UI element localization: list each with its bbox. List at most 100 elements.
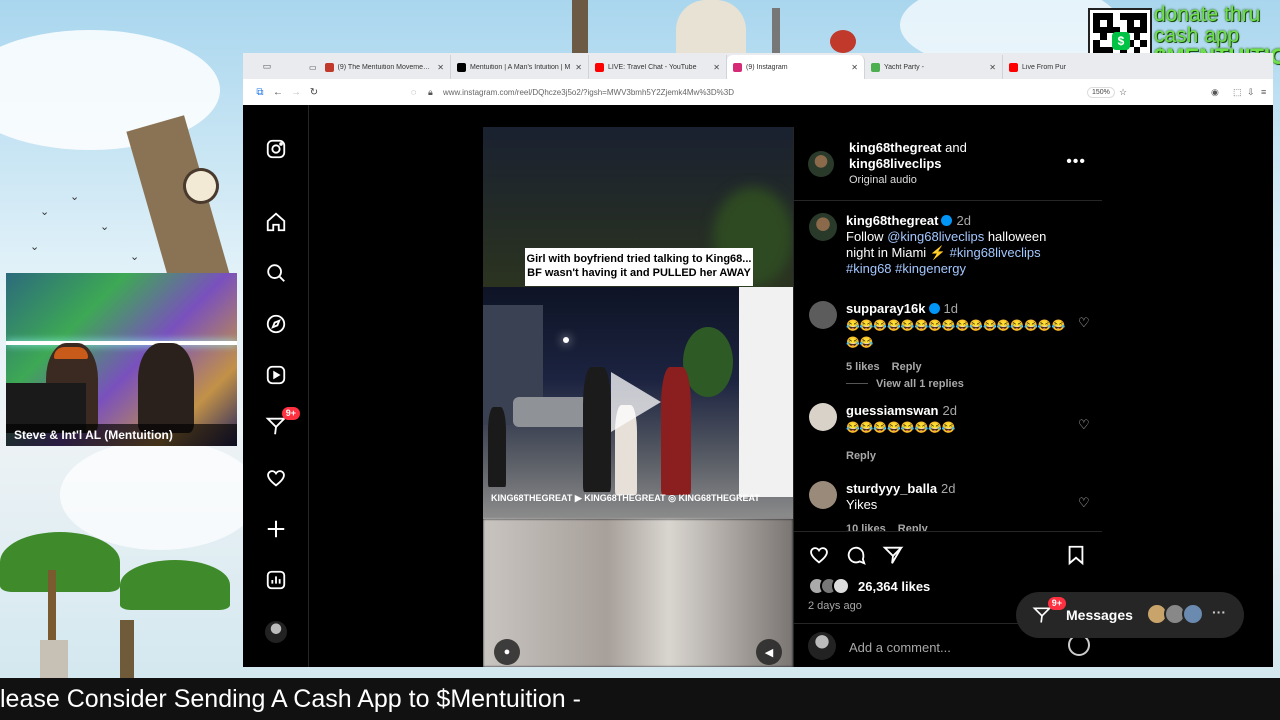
streetlight [563, 337, 569, 343]
person-silhouette [583, 367, 611, 492]
like-comment-heart-icon[interactable]: ♡ [1078, 417, 1094, 433]
tab-favicon [733, 62, 742, 72]
commenter-name[interactable]: king68thegreat [846, 213, 938, 228]
search-icon[interactable] [264, 261, 288, 285]
messages-button[interactable]: 9+ Messages ··· [1016, 592, 1244, 638]
share-icon[interactable] [882, 544, 904, 566]
hat [54, 347, 88, 359]
notifications-heart-icon[interactable] [264, 466, 288, 490]
tab-title: (9) The Mentuition Movement C [337, 63, 434, 71]
commenter-name[interactable]: sturdyyy_balla [846, 481, 937, 496]
author-name[interactable]: king68thegreat [849, 140, 941, 155]
led-bar [6, 341, 237, 345]
close-tab-icon[interactable]: ✕ [575, 63, 582, 72]
instagram-page: 9+ Girl with boyfriend tried talking to … [243, 105, 1273, 667]
mute-icon[interactable]: ◀ [756, 639, 782, 665]
palm-scene [683, 327, 733, 397]
url-field[interactable]: www.instagram.com/reel/DQhcze3j5o2/?igsh… [443, 88, 734, 97]
comment-text: Yikes [846, 497, 878, 512]
ornament [830, 30, 856, 53]
sidebar-toggle-icon[interactable]: ▭ [243, 53, 291, 79]
messages-icon[interactable]: 9+ [264, 407, 300, 438]
sidebar-icon[interactable]: ⧉ [251, 87, 269, 98]
reply-button[interactable]: Reply [892, 361, 922, 373]
eiffel-tower [572, 0, 588, 53]
download-icon[interactable]: ⇩ [1247, 87, 1255, 98]
tab-instagram[interactable]: (9) Instagram ✕ [727, 55, 865, 79]
tagged-users-icon[interactable]: ● [494, 639, 520, 665]
dashboard-icon[interactable] [264, 568, 288, 592]
commenter-avatar[interactable] [809, 403, 837, 431]
tab-youtube-live[interactable]: LIVE: Travel Chat - YouTube ✕ [589, 55, 727, 79]
reply-button[interactable]: Reply [846, 450, 876, 462]
video-watermark: KING68THEGREAT ▶ KING68THEGREAT ◎ KING68… [491, 493, 760, 503]
instagram-logo-icon[interactable] [264, 137, 288, 161]
like-heart-icon[interactable] [808, 544, 830, 566]
reply-button[interactable]: Reply [898, 523, 928, 531]
comment-bubble-icon[interactable] [845, 544, 867, 566]
create-plus-icon[interactable] [264, 517, 288, 541]
bookmark-star-icon[interactable]: ☆ [1119, 87, 1127, 98]
commenter-name[interactable]: guessiamswan [846, 403, 939, 418]
person-silhouette [661, 367, 691, 495]
instagram-sidebar: 9+ [243, 105, 309, 667]
tab-yacht-party[interactable]: Yacht Party - ✕ [865, 55, 1003, 79]
comment-body: guessiamswan 2d 😂😂😂😂😂😂😂😂 Reply [846, 403, 1071, 464]
tab-live-from[interactable]: Live From Pur [1003, 55, 1093, 79]
likes-count[interactable]: 26,364 likes [858, 579, 930, 594]
add-comment-input[interactable]: Add a comment... [849, 640, 951, 655]
mention-link[interactable]: @king68liveclips [887, 229, 984, 244]
reel-video[interactable]: Girl with boyfriend tried talking to Kin… [483, 127, 793, 667]
comment-text: 😂😂😂😂😂😂😂😂 [846, 422, 956, 434]
recent-chat-avatars [1146, 603, 1204, 625]
save-bookmark-icon[interactable] [1065, 544, 1087, 566]
more-options-icon[interactable]: ••• [1066, 153, 1086, 171]
view-replies-link[interactable]: View all 1 replies [846, 378, 964, 390]
close-tab-icon[interactable]: ✕ [437, 63, 444, 72]
menu-icon[interactable]: ≡ [1261, 87, 1266, 97]
back-icon[interactable]: ← [269, 87, 287, 98]
commenter-avatar[interactable] [809, 301, 837, 329]
video-bottom-blur [483, 519, 793, 667]
explore-compass-icon[interactable] [264, 312, 288, 336]
home-icon[interactable] [264, 210, 288, 234]
close-tab-icon[interactable]: ✕ [851, 63, 858, 72]
person-silhouette [488, 407, 506, 487]
palm-tree [120, 560, 230, 610]
profile-avatar[interactable] [264, 620, 288, 644]
tab-mentuition-movement[interactable]: ▭ (9) The Mentuition Movement C ✕ [291, 55, 451, 79]
coauthor-name[interactable]: king68liveclips [849, 156, 942, 171]
tab-mentuition-site[interactable]: Mentuition | A Man's Intuition | M ✕ [451, 55, 589, 79]
commenter-avatar[interactable] [809, 213, 837, 241]
like-comment-heart-icon[interactable]: ♡ [1078, 315, 1094, 331]
commenter-name[interactable]: supparay16k [846, 301, 926, 316]
tab-title: Yacht Party - [884, 63, 924, 71]
comment-likes[interactable]: 10 likes [846, 523, 886, 531]
close-tab-icon[interactable]: ✕ [989, 63, 996, 72]
reload-icon[interactable]: ↻ [305, 87, 323, 98]
comment-body: sturdyyy_balla 2d Yikes 10 likes Reply [846, 481, 1071, 531]
statue [40, 640, 68, 678]
tab-favicon [595, 62, 604, 72]
space-needle [772, 8, 780, 53]
puzzle-icon[interactable]: ⬚ [1233, 87, 1242, 98]
zoom-indicator[interactable]: 150% [1087, 86, 1115, 98]
forward-icon[interactable]: → [287, 87, 305, 98]
host-right [138, 343, 194, 433]
shield-icon[interactable]: ◌ [411, 87, 416, 97]
and-text: and [945, 140, 967, 155]
close-tab-icon[interactable]: ✕ [713, 63, 720, 72]
play-icon[interactable] [611, 372, 661, 432]
commenter-avatar[interactable] [809, 481, 837, 509]
author-avatar[interactable] [808, 151, 834, 177]
audio-label[interactable]: Original audio [849, 172, 967, 188]
like-comment-heart-icon[interactable]: ♡ [1078, 495, 1094, 511]
webcam-overlay: Steve & Int'l AL (Mentuition) [6, 273, 237, 446]
bird-icon: ⌄ [40, 205, 50, 218]
liker-avatars [808, 577, 856, 595]
extension-icon[interactable]: ◉ [1211, 87, 1219, 98]
tab-favicon [871, 62, 880, 72]
comment-likes[interactable]: 5 likes [846, 361, 880, 373]
post-authors: king68thegreat and king68liveclips Origi… [849, 140, 967, 188]
reels-icon[interactable] [264, 363, 288, 387]
